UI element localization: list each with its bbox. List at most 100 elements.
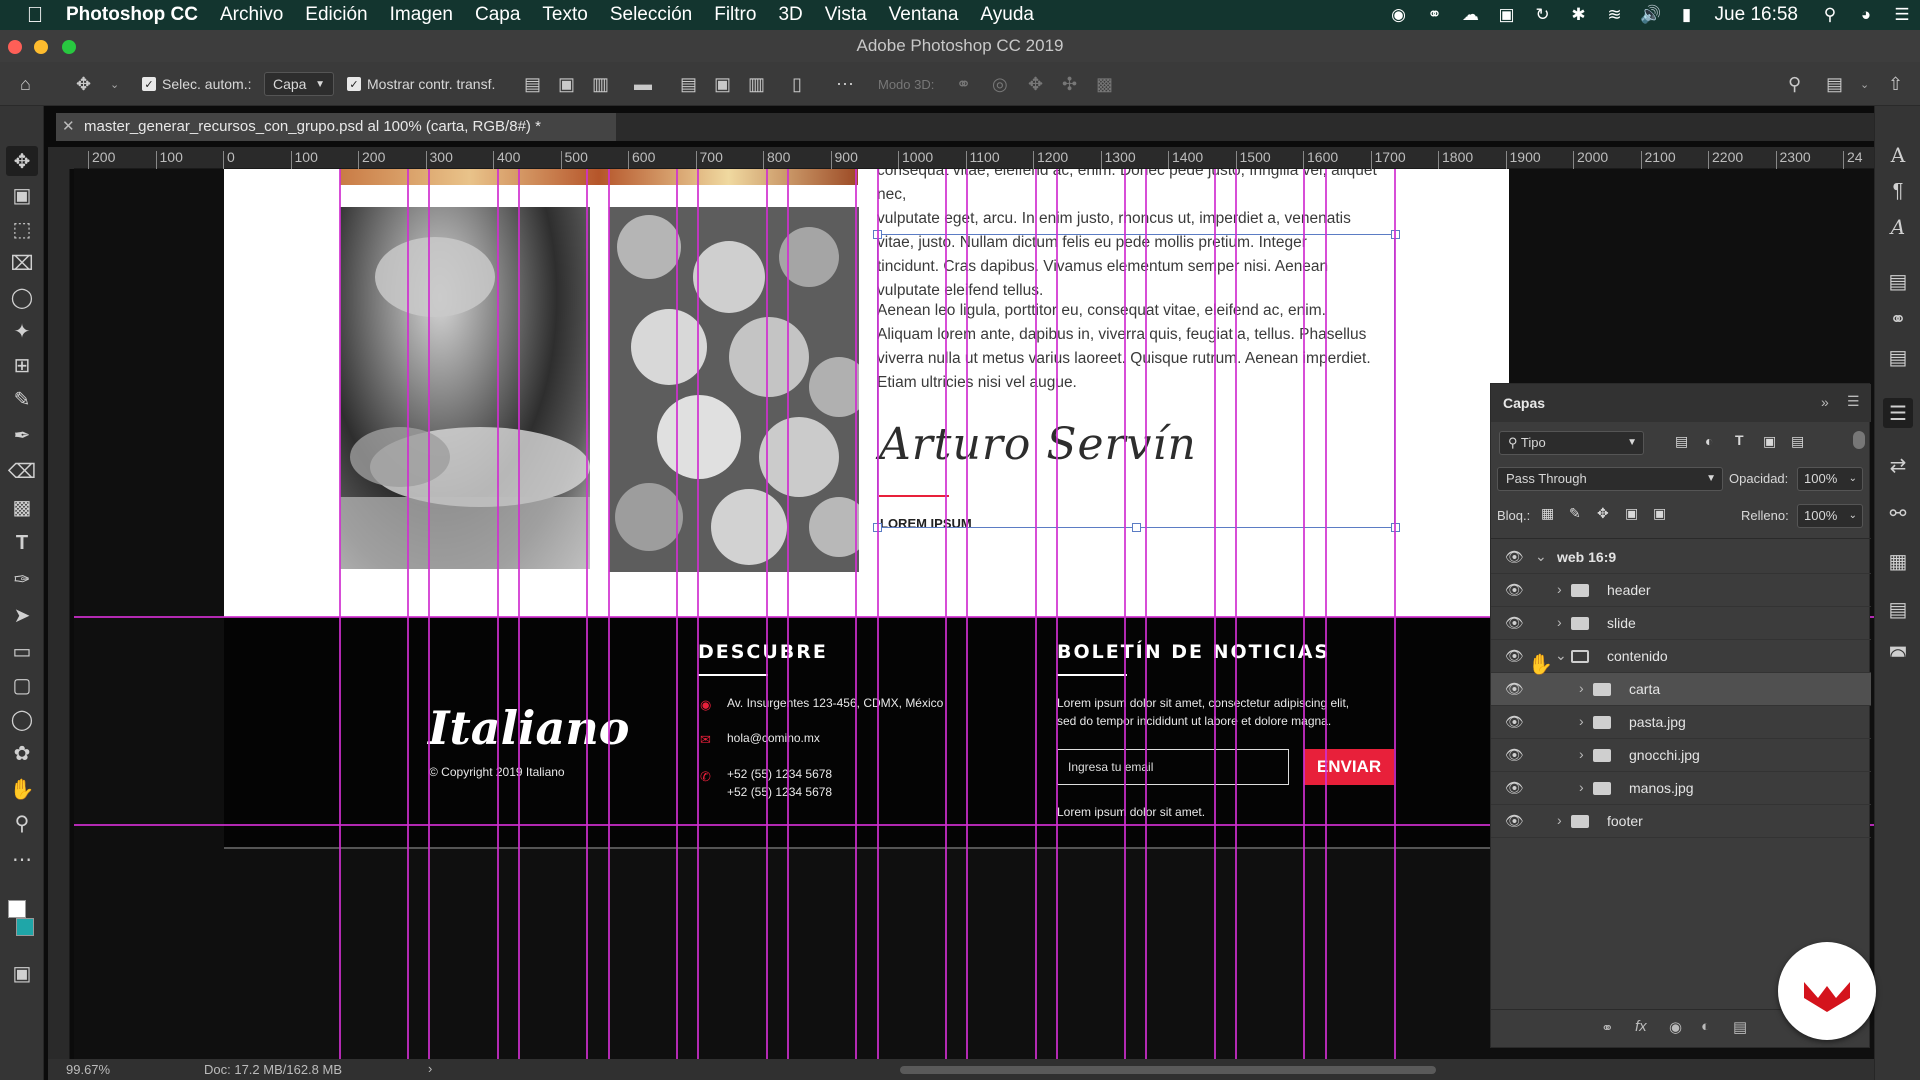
layer-row-header[interactable]: 👁 › header: [1491, 574, 1871, 607]
lasso-tool-icon[interactable]: ◯: [6, 282, 38, 312]
paragraph-panel-icon[interactable]: ¶: [1883, 176, 1913, 206]
edit-toolbar-icon[interactable]: ⋯: [6, 844, 38, 874]
filter-toggle-switch[interactable]: [1853, 431, 1865, 449]
align-bottom-icon[interactable]: ▥: [748, 62, 765, 106]
visibility-eye-icon[interactable]: 👁: [1505, 779, 1524, 797]
lock-artboard-icon[interactable]: ▣: [1625, 505, 1638, 522]
layer-row-gnocchi[interactable]: 👁 › gnocchi.jpg: [1491, 739, 1871, 772]
newsletter-email-input[interactable]: Ingresa tu email: [1057, 749, 1289, 785]
menu-vista[interactable]: Vista: [825, 4, 867, 26]
vertical-guide[interactable]: [945, 169, 947, 1059]
vertical-guide[interactable]: [1124, 169, 1126, 1059]
fx-icon[interactable]: fx: [1635, 1018, 1647, 1035]
distribute-v-icon[interactable]: ▯: [792, 62, 802, 106]
expand-chevron-icon[interactable]: ›: [1579, 746, 1584, 762]
ruler-origin[interactable]: [48, 147, 74, 169]
expand-chevron-icon[interactable]: ›: [1579, 713, 1584, 729]
vertical-guide[interactable]: [1235, 169, 1237, 1059]
menu-texto[interactable]: Texto: [542, 4, 587, 26]
newsletter-send-button[interactable]: ENVIAR: [1304, 749, 1394, 785]
transform-handle[interactable]: [1132, 523, 1141, 532]
brush-tool-icon[interactable]: ✒: [6, 420, 38, 450]
vertical-guide[interactable]: [697, 169, 699, 1059]
close-window-button[interactable]: [8, 40, 22, 54]
menu-app-name[interactable]: Photoshop CC: [66, 4, 198, 26]
vertical-guide[interactable]: [966, 169, 968, 1059]
zoom-tool-icon[interactable]: ⚲: [6, 808, 38, 838]
vertical-guide[interactable]: [1325, 169, 1327, 1059]
show-transform-checkbox[interactable]: ✓ Mostrar contr. transf.: [347, 62, 495, 106]
layer-row-web[interactable]: 👁 ⌄ web 16:9: [1491, 541, 1871, 574]
learn-panel-icon[interactable]: ▤: [1883, 266, 1913, 296]
display-icon[interactable]: ▣: [1489, 0, 1525, 30]
vertical-guide[interactable]: [1145, 169, 1147, 1059]
menu-seleccion[interactable]: Selección: [610, 4, 692, 26]
properties-panel-icon[interactable]: ▤: [1883, 342, 1913, 372]
vertical-guide[interactable]: [1035, 169, 1037, 1059]
vertical-guide[interactable]: [787, 169, 789, 1059]
adjustments-panel-icon[interactable]: ◚: [1883, 640, 1913, 670]
add-mask-icon[interactable]: ◉: [1669, 1018, 1682, 1036]
menu-edicion[interactable]: Edición: [305, 4, 367, 26]
vertical-guide[interactable]: [586, 169, 588, 1059]
visibility-eye-icon[interactable]: 👁: [1505, 746, 1524, 764]
crop-tool-icon[interactable]: ⊞: [6, 350, 38, 380]
spotlight-search-icon[interactable]: ⚲: [1812, 0, 1848, 30]
eyedropper-tool-icon[interactable]: ✎: [6, 384, 38, 414]
siri-icon[interactable]: ◕: [1848, 0, 1884, 30]
vertical-guide[interactable]: [1394, 169, 1396, 1059]
vertical-guide[interactable]: [407, 169, 409, 1059]
paths-panel-icon[interactable]: ⚯: [1883, 498, 1913, 528]
minimize-window-button[interactable]: [34, 40, 48, 54]
vertical-guide[interactable]: [339, 169, 341, 1059]
vertical-guide[interactable]: [1303, 169, 1305, 1059]
layer-filter-dropdown[interactable]: ⚲ Tipo ▼: [1499, 431, 1644, 455]
align-right-icon[interactable]: ▥: [592, 62, 609, 106]
visibility-eye-icon[interactable]: 👁: [1505, 548, 1524, 566]
vertical-guide[interactable]: [877, 169, 879, 1059]
visibility-eye-icon[interactable]: 👁: [1505, 647, 1524, 665]
expand-chevron-icon[interactable]: ›: [1557, 812, 1562, 828]
blend-mode-dropdown[interactable]: Pass Through ▼: [1497, 467, 1723, 491]
distribute-h-icon[interactable]: ▬: [634, 62, 652, 106]
horizontal-scrollbar[interactable]: [900, 1066, 1436, 1074]
vertical-guide[interactable]: [1214, 169, 1216, 1059]
pen-tool-icon[interactable]: ✑: [6, 564, 38, 594]
link-layers-icon[interactable]: ⚭: [1601, 1019, 1614, 1037]
lock-image-icon[interactable]: ✎: [1569, 505, 1581, 522]
visibility-eye-icon[interactable]: 👁: [1505, 713, 1524, 731]
ellipse-tool-icon[interactable]: ◯: [6, 704, 38, 734]
menu-3d[interactable]: 3D: [778, 4, 802, 26]
share-icon[interactable]: ⇧: [1888, 62, 1903, 106]
layers-panel-title[interactable]: Capas: [1503, 395, 1545, 411]
align-middle-v-icon[interactable]: ▣: [714, 62, 731, 106]
gradient-tool-icon[interactable]: ▩: [6, 492, 38, 522]
lock-position-icon[interactable]: ✥: [1597, 505, 1609, 522]
glyphs-panel-icon[interactable]: A: [1883, 212, 1913, 242]
layers-panel-icon[interactable]: ☰: [1883, 398, 1913, 428]
filter-adjustment-icon[interactable]: ◐: [1705, 433, 1713, 449]
marquee-tool-icon[interactable]: ⬚: [6, 214, 38, 244]
more-options-icon[interactable]: ⋯: [836, 62, 854, 106]
workspace-icon[interactable]: ▤: [1826, 62, 1843, 106]
search-icon[interactable]: ⚲: [1788, 62, 1801, 106]
expand-chevron-icon[interactable]: ›: [1579, 779, 1584, 795]
auto-select-checkbox[interactable]: ✓ Selec. autom.:: [142, 62, 252, 106]
home-icon[interactable]: ⌂: [20, 62, 31, 106]
document-tab[interactable]: ✕ master_generar_recursos_con_grupo.psd …: [56, 113, 616, 141]
collapse-panel-icon[interactable]: »: [1821, 394, 1829, 410]
close-tab-icon[interactable]: ✕: [62, 113, 75, 141]
filter-smart-object-icon[interactable]: ▤: [1791, 433, 1804, 450]
visibility-eye-icon[interactable]: 👁: [1505, 581, 1524, 599]
fill-input[interactable]: 100% ⌄: [1797, 504, 1863, 528]
battery-icon[interactable]: ▮: [1669, 0, 1705, 30]
bluetooth-icon[interactable]: ✱: [1561, 0, 1597, 30]
quick-select-tool-icon[interactable]: ✦: [6, 316, 38, 346]
background-color-swatch[interactable]: [16, 918, 34, 936]
layer-row-pasta[interactable]: 👁 › pasta.jpg: [1491, 706, 1871, 739]
styles-panel-icon[interactable]: ▤: [1883, 594, 1913, 624]
lock-transparent-icon[interactable]: ▦: [1541, 505, 1554, 522]
new-group-icon[interactable]: ▤: [1733, 1018, 1747, 1036]
layer-row-footer[interactable]: 👁 › footer: [1491, 805, 1871, 838]
menu-imagen[interactable]: Imagen: [390, 4, 453, 26]
